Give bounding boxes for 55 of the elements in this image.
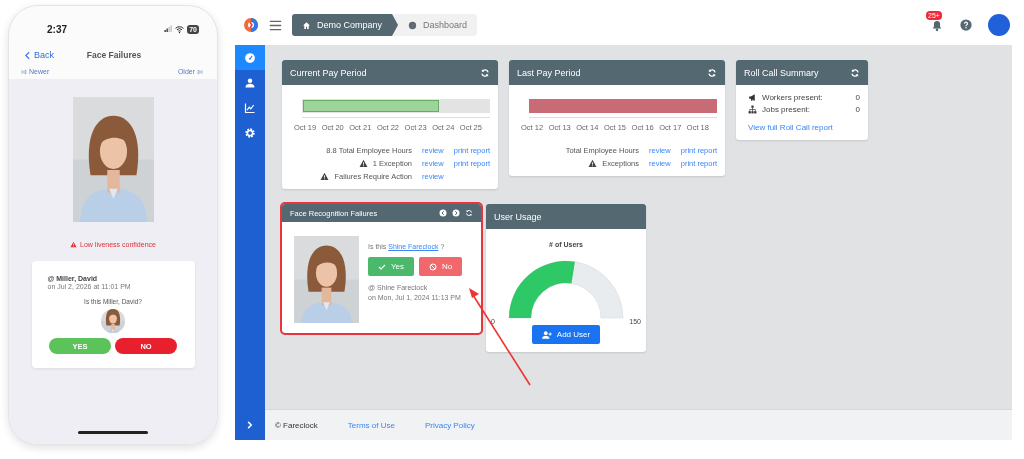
user-icon xyxy=(244,76,256,89)
previous-icon[interactable] xyxy=(439,209,447,217)
wifi-icon xyxy=(175,24,185,34)
signal-icon xyxy=(164,25,173,33)
bell-icon[interactable] xyxy=(930,18,944,32)
user-plus-icon xyxy=(541,329,552,340)
menu-icon xyxy=(269,18,282,32)
report-link[interactable]: View full Roll Call report xyxy=(748,123,860,132)
home-indicator xyxy=(78,431,148,434)
next-icon[interactable] xyxy=(452,209,460,217)
sidebar-item[interactable] xyxy=(235,45,265,70)
refresh-icon[interactable] xyxy=(850,67,860,78)
screen-title: Face Failures xyxy=(86,50,142,60)
logo-icon xyxy=(243,17,259,33)
card-title: Current Pay Period xyxy=(290,67,367,78)
settings-icon xyxy=(244,126,256,139)
chevron-right-icon xyxy=(245,420,255,430)
back-button[interactable]: Back xyxy=(23,50,54,60)
help-icon[interactable] xyxy=(960,19,972,31)
warning-icon xyxy=(358,159,368,168)
breadcrumb-item[interactable]: Demo Company xyxy=(292,14,399,36)
back-icon xyxy=(23,50,32,60)
copyright-text: © Fareclock xyxy=(275,420,318,430)
megaphone-icon xyxy=(748,93,757,102)
dashboard-icon xyxy=(408,20,418,30)
stat-label: Workers present: xyxy=(762,93,823,102)
add-user-button[interactable]: Add User xyxy=(531,325,601,344)
refresh-icon[interactable] xyxy=(707,67,717,78)
no-button[interactable]: No xyxy=(419,257,463,276)
card-title: Last Pay Period xyxy=(517,67,581,78)
menu-button[interactable] xyxy=(269,18,282,32)
refresh-icon[interactable] xyxy=(480,67,490,78)
dashboard-icon xyxy=(244,51,256,64)
breadcrumb-item[interactable]: Dashboard xyxy=(398,14,478,36)
skip-back-icon xyxy=(21,68,27,75)
stat-value: 0 xyxy=(855,105,860,114)
stat-label: Jobs present: xyxy=(762,105,811,114)
chart-icon xyxy=(244,101,256,114)
sitemap-icon xyxy=(748,105,757,114)
refresh-icon[interactable] xyxy=(465,209,473,217)
warning-icon xyxy=(70,241,78,248)
stat-value: 0 xyxy=(855,93,860,102)
card-title: Roll Call Summary xyxy=(744,67,819,78)
status-time: 2:37 xyxy=(47,23,67,35)
check-icon xyxy=(378,262,386,271)
footer-link[interactable]: Privacy Policy xyxy=(424,420,475,430)
avatar[interactable] xyxy=(988,14,1010,36)
ban-icon xyxy=(429,262,438,271)
warning-icon xyxy=(320,172,330,181)
yes-button[interactable]: Yes xyxy=(368,257,415,276)
warning-icon xyxy=(588,159,598,168)
footer-link[interactable]: Terms of Use xyxy=(347,420,395,430)
card-title: User Usage xyxy=(494,211,542,222)
skip-forward-icon xyxy=(197,68,203,75)
home-icon xyxy=(302,20,311,30)
